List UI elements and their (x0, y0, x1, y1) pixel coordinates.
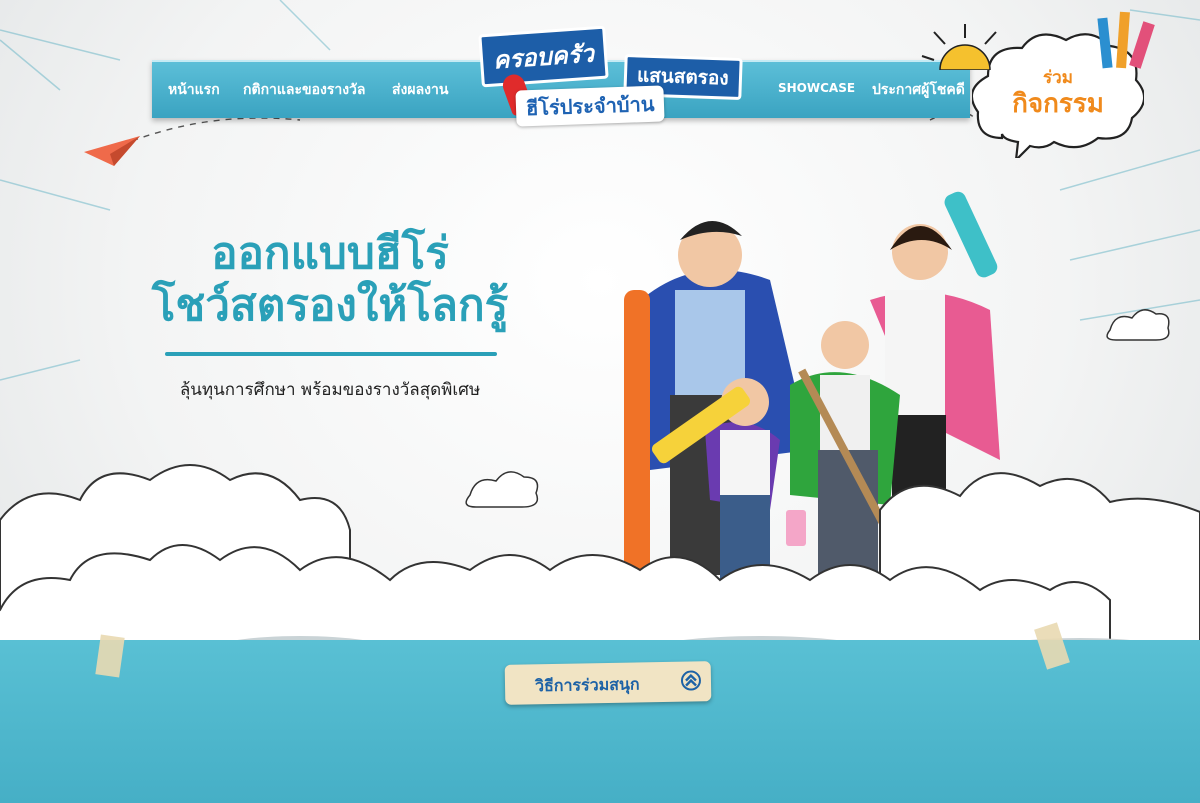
nav-rules-prizes[interactable]: กติกาและของรางวัล (243, 79, 366, 101)
hero-headline-line-2: โชว์สตรองให้โลกรู้ (151, 280, 509, 331)
how-to-play-button[interactable]: วิธีการร่วมสนุก (504, 661, 712, 705)
nav-showcase[interactable]: SHOWCASE (778, 81, 855, 95)
site-logo[interactable]: ครอบครัว แสนสตรอง ฮีโร่ประจำบ้าน (462, 22, 762, 132)
cloud-bank (0, 464, 1200, 670)
hero-headline: ออกแบบฮีโร่ โชว์สตรองให้โลกรู้ (150, 228, 510, 332)
paper-plane-icon (84, 136, 140, 166)
logo-line-3: ฮีโร่ประจำบ้าน (515, 85, 666, 127)
chevron-up-icon (680, 670, 701, 691)
nav-winners[interactable]: ประกาศผู้โชคดี (872, 79, 965, 101)
nav-home[interactable]: หน้าแรก (168, 79, 220, 101)
headline-underline (165, 352, 497, 356)
nav-submit-work[interactable]: ส่งผลงาน (392, 79, 448, 101)
pencil-icon (1097, 11, 1155, 69)
logo-line-1: ครอบครัว (478, 25, 609, 88)
hero-subtitle: ลุ้นทุนการศึกษา พร้อมของรางวัลสุดพิเศษ (179, 380, 481, 400)
hero-headline-line-1: ออกแบบฮีโร่ (211, 228, 449, 279)
sun-icon (921, 24, 997, 70)
how-to-play-label: วิธีการร่วมสนุก (534, 674, 640, 696)
cta-line-2: กิจกรรม (1012, 89, 1104, 119)
